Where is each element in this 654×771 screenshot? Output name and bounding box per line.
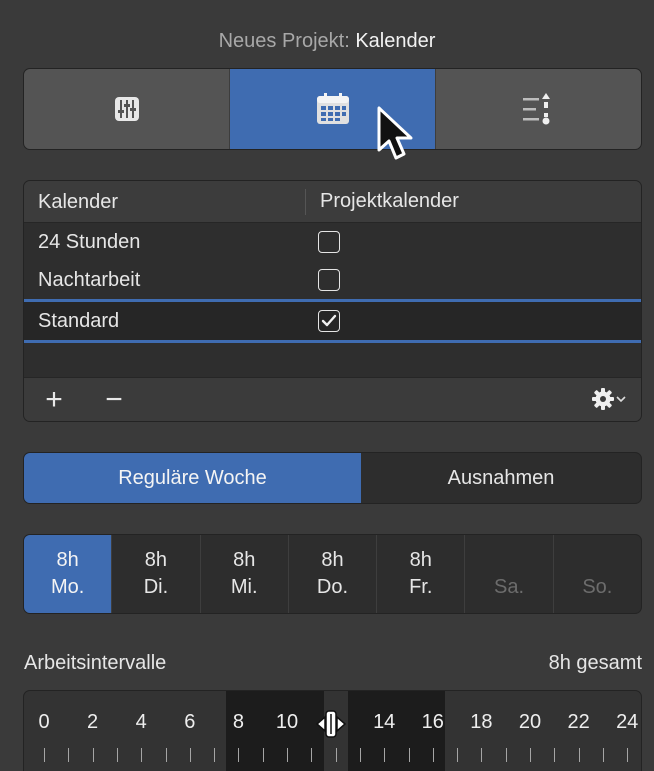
hour-tick (141, 748, 143, 762)
day-monday[interactable]: 8h Mo. (24, 535, 112, 613)
hour-tick (627, 748, 629, 762)
hour-label: 20 (518, 711, 542, 733)
hour-tick (481, 748, 483, 762)
intervals-label: Arbeitsintervalle (24, 652, 167, 674)
day-label: Di. (143, 576, 169, 598)
day-saturday[interactable]: Sa. (464, 535, 552, 613)
intervals-total: 8h gesamt (548, 652, 642, 674)
hour-tick (408, 748, 410, 762)
hour-label: 14 (373, 711, 396, 733)
table-row[interactable]: 24 Stunden (24, 223, 641, 261)
day-label: So. (582, 576, 613, 598)
hour-tick (116, 748, 118, 762)
hour-label: 18 (470, 711, 493, 733)
day-hours: 8h (321, 549, 344, 571)
day-tuesday[interactable]: 8h Di. (111, 535, 199, 613)
resize-handle-icon[interactable] (316, 709, 346, 739)
day-friday[interactable]: 8h Fr. (376, 535, 464, 613)
hour-tick (92, 748, 94, 762)
hour-label: 16 (421, 711, 444, 733)
title-prefix: Neues Projekt: (218, 30, 350, 52)
mouse-pointer-icon (377, 106, 413, 160)
remove-calendar-button[interactable]: − (84, 378, 144, 422)
hour-label: 4 (135, 711, 147, 733)
hour-tick (505, 748, 507, 762)
regular-week-tab[interactable]: Reguläre Woche (24, 453, 361, 503)
hour-tick (287, 748, 288, 762)
hour-tick (578, 748, 580, 762)
project-calendar-checkbox[interactable] (318, 269, 340, 291)
hour-tick (189, 748, 191, 762)
sort-list-icon (522, 93, 550, 125)
time-interval-ruler[interactable]: 0 2 4 6 8 10 14 16 18 20 22 24 (23, 690, 642, 771)
gear-icon (592, 388, 614, 410)
hour-tick (602, 748, 604, 762)
chevron-down-icon (616, 396, 626, 403)
title-main: Kalender (355, 30, 436, 52)
hour-tick (262, 748, 264, 762)
calendar-name: Nachtarbeit (38, 268, 141, 291)
day-hours: 8h (409, 549, 432, 571)
hour-label: 2 (87, 711, 99, 733)
inspector-tab-bar (23, 68, 642, 150)
table-header: Kalender Projektkalender (24, 181, 641, 223)
hour-tick (44, 748, 45, 762)
day-hours (595, 547, 601, 574)
add-calendar-button[interactable]: + (24, 378, 84, 422)
hour-tick (432, 748, 434, 762)
project-calendar-checkbox-checked[interactable] (318, 310, 340, 332)
day-hours: 8h (144, 549, 168, 571)
hour-tick (214, 748, 216, 762)
calendar-table: Kalender Projektkalender 24 Stunden Nach… (23, 180, 642, 422)
sliders-icon (114, 97, 139, 121)
day-label: Mo. (50, 576, 85, 598)
day-thursday[interactable]: 8h Do. (287, 535, 376, 613)
hour-tick (165, 748, 167, 762)
hour-label: 24 (616, 711, 639, 733)
hour-tick (457, 748, 459, 762)
exceptions-tab[interactable]: Ausnahmen (361, 453, 641, 503)
day-label: Sa. (494, 576, 525, 598)
hour-tick (238, 748, 240, 762)
hour-tick (554, 748, 556, 762)
hour-label: 0 (38, 711, 50, 733)
hour-label: 10 (275, 711, 299, 733)
window-title: Neues Projekt: Kalender (0, 26, 654, 56)
hour-tick (335, 748, 337, 762)
calendar-name: 24 Stunden (38, 230, 141, 253)
hour-tick (68, 748, 70, 762)
hour-label: 22 (567, 711, 590, 733)
hour-label: 6 (184, 711, 196, 733)
weekday-selector: 8h Mo. 8h Di. 8h Mi. 8h Do. 8h Fr. Sa. S… (23, 534, 642, 614)
day-sunday[interactable]: So. (552, 535, 641, 613)
table-row-selected[interactable]: Standard (24, 299, 641, 343)
checkmark-icon (321, 314, 337, 327)
tab-settings[interactable] (24, 69, 229, 149)
day-wednesday[interactable]: 8h Mi. (199, 535, 288, 613)
hour-tick (530, 748, 531, 762)
tab-sort-list[interactable] (435, 69, 641, 149)
column-header-calendar[interactable]: Kalender (24, 188, 306, 215)
calendar-name: Standard (38, 309, 120, 332)
table-row-empty (24, 343, 641, 379)
day-label: Fr. (409, 576, 433, 598)
calendar-icon (316, 93, 349, 124)
hour-tick (359, 748, 361, 762)
project-calendar-checkbox[interactable] (318, 231, 340, 253)
day-hours: 8h (233, 549, 256, 571)
column-header-project-calendar[interactable]: Projektkalender (306, 190, 459, 213)
day-label: Mi. (230, 576, 258, 598)
hour-tick (311, 748, 313, 762)
table-row[interactable]: Nachtarbeit (24, 261, 641, 299)
week-mode-toggle: Reguläre Woche Ausnahmen (23, 452, 642, 504)
hour-tick (384, 748, 386, 762)
table-toolbar: + − (24, 377, 641, 421)
day-hours (506, 547, 512, 574)
calendar-actions-menu[interactable] (591, 387, 627, 411)
day-label: Do. (316, 576, 349, 598)
day-hours: 8h (56, 549, 79, 571)
hour-label: 8 (232, 711, 244, 733)
